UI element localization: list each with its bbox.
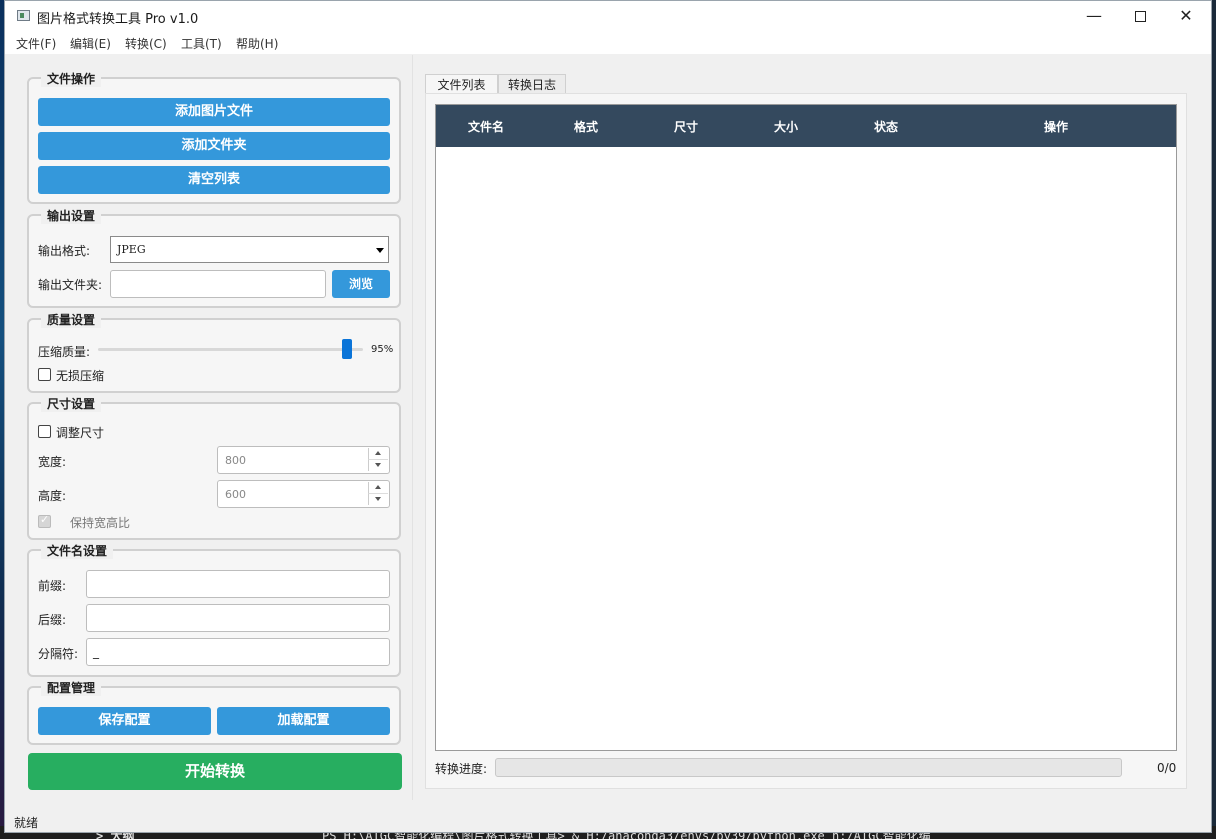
file-ops-group: 文件操作 添加图片文件 添加文件夹 清空列表	[27, 70, 401, 204]
load-config-button[interactable]: 加载配置	[217, 707, 390, 735]
quality-settings-group: 质量设置 压缩质量: 95% 无损压缩	[27, 311, 401, 393]
output-format-value: JPEG	[117, 243, 146, 256]
prefix-input[interactable]	[86, 570, 390, 598]
keep-ratio-checkbox[interactable]	[38, 513, 51, 528]
size-settings-title: 尺寸设置	[41, 395, 102, 412]
add-images-button[interactable]: 添加图片文件	[38, 98, 390, 126]
height-label: 高度:	[38, 489, 67, 503]
column-filesize[interactable]: 大小	[736, 118, 836, 135]
resize-label: 调整尺寸	[56, 426, 105, 440]
size-settings-group: 尺寸设置 调整尺寸 宽度: 800 高度: 600 保持宽高比	[27, 395, 401, 540]
panel-splitter[interactable]	[412, 55, 413, 800]
close-button[interactable]: ✕	[1163, 1, 1209, 32]
progress-label: 转换进度:	[435, 762, 488, 776]
height-value: 600	[225, 488, 246, 501]
lossless-label: 无损压缩	[56, 369, 105, 383]
tab-convert-log[interactable]: 转换日志	[498, 74, 566, 94]
menu-bar: 文件(F) 编辑(E) 转换(C) 工具(T) 帮助(H)	[5, 32, 1211, 54]
suffix-label: 后缀:	[38, 613, 67, 627]
window-title: 图片格式转换工具 Pro v1.0	[37, 12, 199, 27]
quality-slider-handle[interactable]	[342, 339, 353, 359]
convert-progress-bar	[495, 758, 1122, 777]
clear-list-button[interactable]: 清空列表	[38, 166, 390, 194]
column-status[interactable]: 状态	[836, 118, 936, 135]
column-format[interactable]: 格式	[536, 118, 636, 135]
menu-edit[interactable]: 编辑(E)	[70, 35, 111, 52]
minimize-button[interactable]: —	[1071, 1, 1117, 32]
width-value: 800	[225, 454, 246, 467]
status-text: 就绪	[14, 816, 39, 830]
column-size[interactable]: 尺寸	[636, 118, 736, 135]
separator-input[interactable]: _	[86, 638, 390, 666]
tab-file-list[interactable]: 文件列表	[425, 74, 498, 95]
save-config-button[interactable]: 保存配置	[38, 707, 211, 735]
column-actions[interactable]: 操作	[936, 118, 1176, 135]
quality-slider[interactable]	[98, 348, 363, 351]
status-bar: 就绪	[5, 811, 1211, 833]
quality-settings-title: 质量设置	[41, 311, 102, 328]
output-settings-group: 输出设置 输出格式: JPEG 输出文件夹: 浏览	[27, 207, 401, 308]
output-folder-label: 输出文件夹:	[38, 278, 103, 292]
maximize-button[interactable]	[1117, 1, 1163, 32]
start-convert-button[interactable]: 开始转换	[28, 753, 402, 790]
suffix-input[interactable]	[86, 604, 390, 632]
spin-up-icon[interactable]	[368, 448, 388, 460]
filename-settings-title: 文件名设置	[41, 542, 114, 559]
table-header: 文件名 格式 尺寸 大小 状态 操作	[436, 105, 1176, 147]
menu-tools[interactable]: 工具(T)	[181, 35, 222, 52]
resize-checkbox[interactable]	[38, 425, 51, 438]
output-format-select[interactable]: JPEG	[110, 236, 389, 263]
output-format-label: 输出格式:	[38, 244, 91, 258]
menu-convert[interactable]: 转换(C)	[125, 35, 167, 52]
file-table[interactable]: 文件名 格式 尺寸 大小 状态 操作	[435, 104, 1177, 751]
output-settings-title: 输出设置	[41, 207, 102, 224]
progress-count: 0/0	[1157, 761, 1177, 775]
app-image-icon	[17, 10, 30, 21]
filename-settings-group: 文件名设置 前缀: 后缀: 分隔符: _	[27, 542, 401, 677]
browse-button[interactable]: 浏览	[332, 270, 390, 298]
config-group: 配置管理 保存配置 加载配置	[27, 679, 401, 745]
lossless-checkbox[interactable]	[38, 368, 51, 381]
width-label: 宽度:	[38, 455, 67, 469]
spin-up-icon[interactable]	[368, 482, 388, 494]
width-spinbox[interactable]: 800	[217, 446, 390, 474]
quality-value: 95%	[371, 344, 394, 355]
height-spinbox[interactable]: 600	[217, 480, 390, 508]
app-window: 图片格式转换工具 Pro v1.0 — ✕ 文件(F) 编辑(E) 转换(C) …	[4, 0, 1212, 833]
maximize-icon	[1134, 11, 1146, 22]
file-ops-title: 文件操作	[41, 70, 102, 87]
output-folder-input[interactable]	[110, 270, 326, 298]
menu-help[interactable]: 帮助(H)	[236, 35, 278, 52]
quality-label: 压缩质量:	[38, 345, 91, 359]
config-title: 配置管理	[41, 679, 102, 696]
spin-down-icon[interactable]	[368, 494, 388, 505]
prefix-label: 前缀:	[38, 579, 67, 593]
chevron-down-icon	[374, 240, 385, 258]
menu-file[interactable]: 文件(F)	[16, 35, 56, 52]
keep-ratio-label: 保持宽高比	[70, 516, 131, 530]
column-filename[interactable]: 文件名	[436, 118, 536, 135]
separator-label: 分隔符:	[38, 647, 79, 661]
spin-down-icon[interactable]	[368, 460, 388, 471]
title-bar: 图片格式转换工具 Pro v1.0 — ✕	[5, 1, 1211, 32]
add-folder-button[interactable]: 添加文件夹	[38, 132, 390, 160]
